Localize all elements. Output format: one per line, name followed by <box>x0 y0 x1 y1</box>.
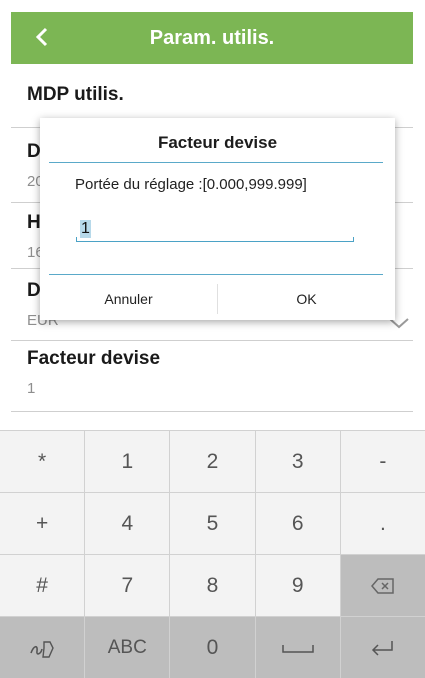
page-title: Param. utilis. <box>149 27 275 49</box>
key-handwriting[interactable] <box>0 617 85 678</box>
key-4[interactable]: 4 <box>85 493 170 554</box>
key-6[interactable]: 6 <box>255 493 340 554</box>
key-asterisk[interactable]: * <box>0 431 85 492</box>
app-toolbar: Param. utilis. <box>11 12 413 64</box>
key-abc[interactable]: ABC <box>85 617 170 678</box>
setting-title: MDP utilis. <box>27 84 124 105</box>
key-9[interactable]: 9 <box>255 555 340 616</box>
key-enter[interactable] <box>340 617 425 678</box>
setting-value: 1 <box>27 380 36 397</box>
key-period[interactable]: . <box>340 493 425 554</box>
input-underline <box>76 237 354 242</box>
handwriting-icon <box>30 640 54 658</box>
ok-button[interactable]: OK <box>218 278 395 320</box>
key-minus[interactable]: - <box>340 431 425 492</box>
key-1[interactable]: 1 <box>85 431 170 492</box>
divider <box>11 411 413 412</box>
factor-input-value: 1 <box>80 220 91 238</box>
key-space[interactable] <box>255 617 340 678</box>
divider <box>11 340 413 341</box>
key-3[interactable]: 3 <box>255 431 340 492</box>
setting-row-user-password[interactable]: MDP utilis. <box>27 84 412 106</box>
key-0[interactable]: 0 <box>170 617 255 678</box>
enter-icon <box>371 640 393 656</box>
key-backspace[interactable] <box>340 555 425 616</box>
dialog-buttons-divider <box>49 274 383 275</box>
factor-input[interactable]: 1 <box>76 216 354 244</box>
key-2[interactable]: 2 <box>170 431 255 492</box>
key-hash[interactable]: # <box>0 555 85 616</box>
space-bar-icon <box>281 644 314 653</box>
currency-factor-dialog: Facteur devise Portée du réglage :[0.000… <box>40 118 395 320</box>
numeric-keyboard: * 1 2 3 - + 4 5 6 . # 7 8 9 ABC 0 <box>0 430 425 678</box>
dialog-title: Facteur devise <box>157 133 278 152</box>
cancel-button[interactable]: Annuler <box>40 278 217 320</box>
dialog-buttons: Annuler OK <box>40 278 395 320</box>
setting-title: Facteur devise <box>27 348 161 369</box>
backspace-icon <box>370 577 394 594</box>
dialog-title-divider <box>49 162 383 163</box>
range-label: Portée du réglage :[0.000,999.999] <box>75 176 307 193</box>
setting-row-currency-factor[interactable]: Facteur devise 1 <box>27 348 412 397</box>
key-7[interactable]: 7 <box>85 555 170 616</box>
key-5[interactable]: 5 <box>170 493 255 554</box>
key-8[interactable]: 8 <box>170 555 255 616</box>
key-plus[interactable]: + <box>0 493 85 554</box>
